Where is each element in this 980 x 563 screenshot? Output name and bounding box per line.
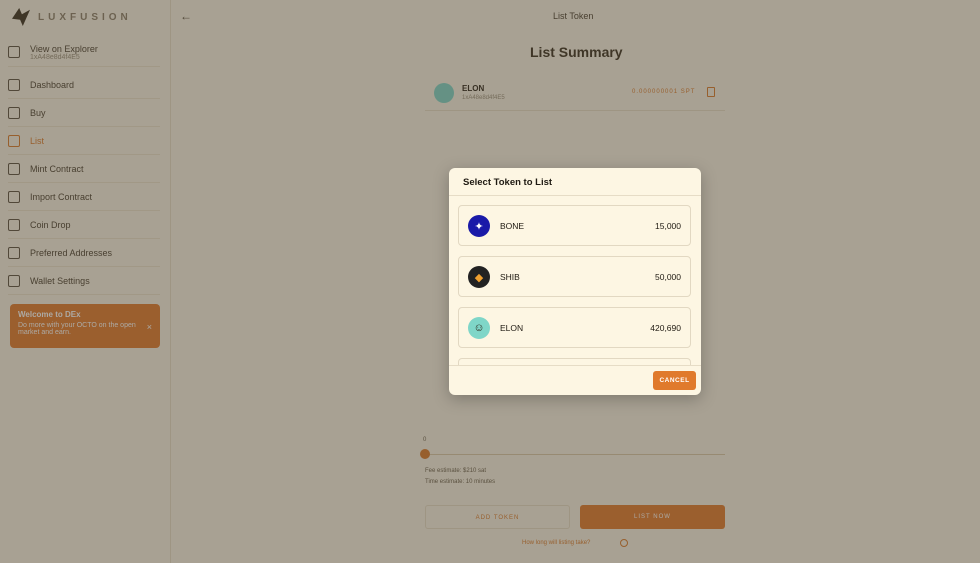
token-option-shib[interactable]: ◆ SHIB 50,000 <box>458 256 691 297</box>
modal-title: Select Token to List <box>463 177 553 188</box>
token-option-bone[interactable]: ✦ BONE 15,000 <box>458 205 691 246</box>
select-token-modal: Select Token to List ✦ BONE 15,000 ◆ SHI… <box>449 168 701 395</box>
token-option-elon[interactable]: ☺ ELON 420,690 <box>458 307 691 348</box>
token-amount: 420,690 <box>650 323 681 333</box>
cancel-button[interactable]: CANCEL <box>653 371 696 390</box>
token-name: BONE <box>500 221 525 231</box>
token-name: ELON <box>500 323 524 333</box>
divider <box>449 365 701 366</box>
app-root: LUXFUSION View on Explorer 1xA48e8d4f4E5… <box>0 0 980 563</box>
shib-token-icon: ◆ <box>468 266 490 288</box>
bone-token-icon: ✦ <box>468 215 490 237</box>
token-list[interactable]: ✦ BONE 15,000 ◆ SHIB 50,000 ☺ ELON 420,6… <box>449 196 701 365</box>
elon-token-icon: ☺ <box>468 317 490 339</box>
token-name: SHIB <box>500 272 520 282</box>
token-amount: 15,000 <box>655 221 681 231</box>
token-amount: 50,000 <box>655 272 681 282</box>
token-option-partial[interactable] <box>458 358 691 365</box>
